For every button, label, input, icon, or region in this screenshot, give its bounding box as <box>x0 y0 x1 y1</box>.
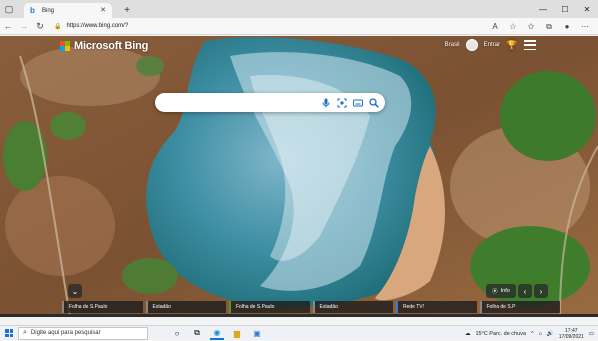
news-card[interactable]: Folha de S.P <box>479 301 560 313</box>
profile-icon[interactable]: ● <box>560 20 574 34</box>
taskbar-search-box[interactable]: ⌕ Digite aqui para pesquisar <box>18 326 148 340</box>
lock-icon[interactable]: 🔒 <box>54 23 61 30</box>
bing-favicon-icon: b <box>30 6 35 15</box>
bing-homepage: Microsoft Bing Brasil Entrar 🏆 ⌄ ⦿ Info … <box>0 36 598 317</box>
weather-icon[interactable]: ☁ <box>465 331 471 337</box>
clock[interactable]: 17:47 17/09/2021 <box>559 328 584 340</box>
collections-icon[interactable]: ⧉ <box>542 20 556 34</box>
favorite-star-icon[interactable]: ☆ <box>506 20 520 34</box>
wallpaper-image <box>0 36 598 317</box>
bing-header-actions: Brasil Entrar 🏆 <box>445 39 536 51</box>
window-controls: — ☐ ✕ <box>532 0 598 18</box>
read-aloud-icon[interactable]: A <box>488 20 502 34</box>
microsoft-logo-icon <box>60 41 70 51</box>
network-icon[interactable]: ⌂ <box>539 331 542 337</box>
rewards-trophy-icon[interactable]: 🏆 <box>506 39 518 51</box>
start-button[interactable] <box>0 326 18 341</box>
store-icon[interactable]: ▣ <box>250 327 264 340</box>
news-source: Folha de S.Paulo <box>69 304 108 310</box>
header-link-language[interactable]: Brasil <box>445 42 460 48</box>
search-icon: ⌕ <box>23 329 27 336</box>
taskbar-search-placeholder: Digite aqui para pesquisar <box>30 330 101 336</box>
maximize-icon[interactable]: ☐ <box>554 0 576 18</box>
task-view-icon[interactable]: ⧉ <box>190 327 204 340</box>
avatar[interactable] <box>465 39 478 51</box>
windows-taskbar: ⌕ Digite aqui para pesquisar ○ ⧉ ◉ ▆ ▣ ☁… <box>0 325 598 340</box>
close-window-icon[interactable]: ✕ <box>576 0 598 18</box>
previous-image-button[interactable]: ‹ <box>518 284 532 298</box>
news-carousel: Folha de S.Paulo Estadão Folha de S.Paul… <box>62 301 560 313</box>
image-info-label: Info <box>500 288 510 294</box>
browser-toolbar: ← → ↻ 🔒 https://www.bing.com/? A ☆ ✩ ⧉ ●… <box>0 18 598 35</box>
news-card[interactable]: Folha de S.Paulo <box>229 301 310 313</box>
forward-button[interactable]: → <box>16 18 32 34</box>
bing-logo[interactable]: Microsoft Bing <box>60 40 148 52</box>
news-source: Estadão <box>152 304 171 310</box>
chevron-left-icon: ‹ <box>523 286 527 296</box>
weather-text[interactable]: 15°C Parc. de chuva <box>475 331 526 337</box>
windows-logo-icon <box>5 329 13 337</box>
search-input[interactable] <box>165 96 325 109</box>
scroll-down-button[interactable]: ⌄ <box>68 284 82 298</box>
visual-search-icon[interactable] <box>336 97 347 108</box>
brand-name: Microsoft Bing <box>74 40 149 52</box>
edge-icon[interactable]: ◉ <box>210 327 224 340</box>
chevron-right-icon: › <box>539 286 543 296</box>
news-source: Folha de S.P <box>486 304 516 310</box>
refresh-button[interactable]: ↻ <box>32 18 48 34</box>
hamburger-menu-icon[interactable] <box>524 40 536 50</box>
close-tab-icon[interactable]: ✕ <box>100 6 106 14</box>
notifications-icon[interactable]: ▭ <box>589 331 594 337</box>
toolbar-actions: A ☆ ✩ ⧉ ● ⋯ <box>488 18 592 35</box>
window-menu-icon[interactable]: ▢ <box>0 0 18 18</box>
system-tray: ☁ 15°C Parc. de chuva ^ ⌂ 🔊 17:47 17/09/… <box>465 326 594 341</box>
news-card[interactable]: Estadão <box>312 301 393 313</box>
news-card[interactable]: Rede TV! <box>396 301 477 313</box>
search-icon[interactable] <box>368 97 379 108</box>
taskbar-apps: ○ ⧉ ◉ ▆ ▣ <box>170 327 264 340</box>
favorites-icon[interactable]: ✩ <box>524 20 538 34</box>
bing-footer-bar <box>0 314 598 317</box>
cortana-icon[interactable]: ○ <box>170 327 184 340</box>
keyboard-icon[interactable] <box>352 97 363 108</box>
next-image-button[interactable]: › <box>534 284 548 298</box>
sign-in-link[interactable]: Entrar <box>484 42 500 48</box>
tab-strip: ▢ b Bing ✕ + — ☐ ✕ <box>0 0 598 18</box>
news-card[interactable]: Estadão <box>145 301 226 313</box>
tab-title: Bing <box>42 7 55 14</box>
news-source: Estadão <box>319 304 338 310</box>
tab-bing[interactable]: b Bing ✕ <box>24 3 112 18</box>
news-source: Folha de S.Paulo <box>236 304 275 310</box>
back-button[interactable]: ← <box>0 18 16 34</box>
volume-icon[interactable]: 🔊 <box>547 331 554 337</box>
minimize-icon[interactable]: — <box>532 0 554 18</box>
file-explorer-icon[interactable]: ▆ <box>230 327 244 340</box>
location-pin-icon: ⦿ <box>492 289 498 295</box>
more-icon[interactable]: ⋯ <box>578 20 592 34</box>
chevron-down-icon: ⌄ <box>71 286 79 296</box>
news-source: Rede TV! <box>403 304 425 310</box>
search-box[interactable] <box>155 93 385 112</box>
date-text: 17/09/2021 <box>558 333 584 340</box>
address-bar[interactable]: 🔒 https://www.bing.com/? <box>54 20 474 33</box>
news-card[interactable]: Folha de S.Paulo <box>62 301 143 313</box>
tray-overflow-icon[interactable]: ^ <box>531 331 534 337</box>
new-tab-button[interactable]: + <box>120 3 134 18</box>
url-text: https://www.bing.com/? <box>66 23 129 29</box>
image-info-button[interactable]: ⦿ Info <box>486 284 516 298</box>
